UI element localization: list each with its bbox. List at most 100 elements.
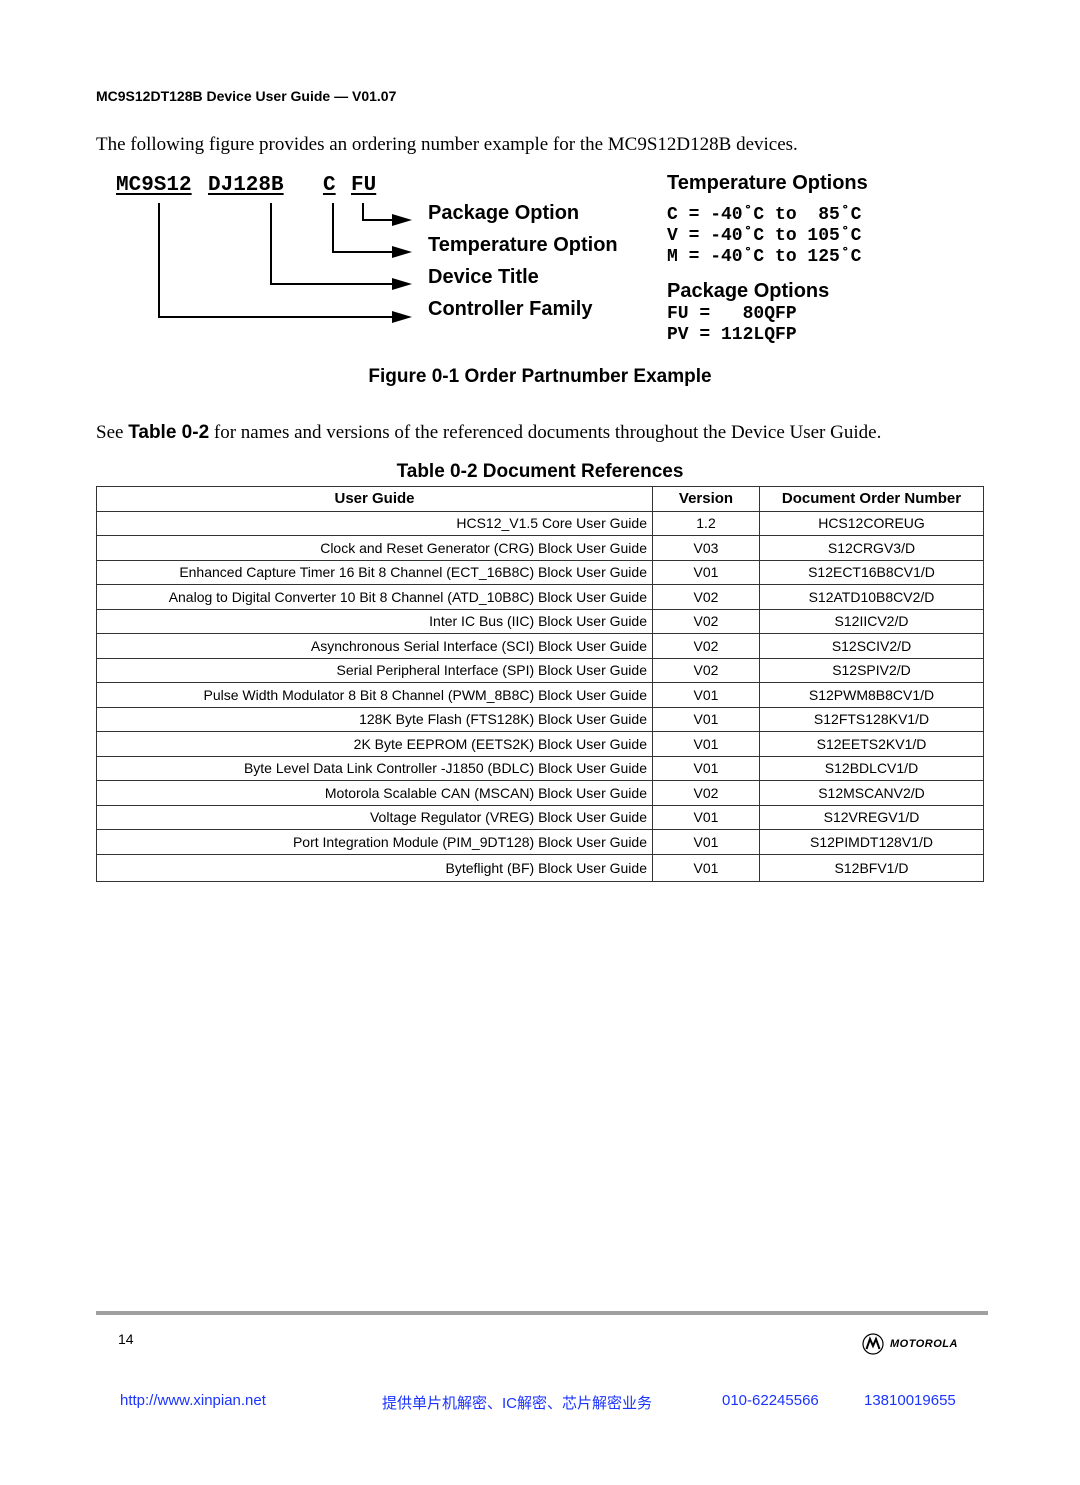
- temperature-option-line: M = -40˚C to 125˚C: [667, 247, 862, 267]
- cell-document-order-number: S12SCIV2/D: [759, 633, 984, 659]
- intro-paragraph: The following figure provides an orderin…: [96, 134, 798, 155]
- table-header-row: User Guide Version Document Order Number: [96, 486, 984, 512]
- partnumber-temperature: C: [323, 174, 336, 197]
- table-caption: Table 0-2 Document References: [396, 461, 684, 482]
- temperature-options-title: Temperature Options: [667, 172, 868, 194]
- cell-version: V01: [652, 853, 760, 882]
- table-row: Motorola Scalable CAN (MSCAN) Block User…: [96, 780, 984, 806]
- order-partnumber-figure: MC9S12 DJ128B C FU Package Option Temper…: [96, 170, 996, 350]
- cell-version: V01: [652, 559, 760, 585]
- connector-controller-family: [158, 203, 160, 317]
- table-row: Enhanced Capture Timer 16 Bit 8 Channel …: [96, 559, 984, 585]
- cell-user-guide: Analog to Digital Converter 10 Bit 8 Cha…: [96, 584, 653, 610]
- cell-user-guide: Byteflight (BF) Block User Guide: [96, 853, 653, 882]
- cell-user-guide: 2K Byte EEPROM (EETS2K) Block User Guide: [96, 731, 653, 757]
- cell-document-order-number: S12ECT16B8CV1/D: [759, 559, 984, 585]
- table-reference-paragraph: See Table 0-2 for names and versions of …: [96, 422, 881, 444]
- motorola-logo: MOTOROLA: [862, 1333, 958, 1355]
- connector-temperature-h: [332, 251, 392, 253]
- arrow-icon: [392, 311, 412, 323]
- label-device-title: Device Title: [428, 266, 539, 288]
- cell-version: V02: [652, 584, 760, 610]
- label-package-option: Package Option: [428, 202, 580, 224]
- cell-version: V03: [652, 535, 760, 561]
- connector-device-title-h: [270, 283, 392, 285]
- table-row: Byteflight (BF) Block User Guide V01 S12BF…: [96, 853, 984, 882]
- cell-version: V02: [652, 633, 760, 659]
- cell-user-guide: Voltage Regulator (VREG) Block User Guid…: [96, 804, 653, 830]
- cell-user-guide: Inter IC Bus (IIC) Block User Guide: [96, 608, 653, 634]
- cell-document-order-number: S12PIMDT128V1/D: [759, 829, 984, 855]
- arrow-icon: [392, 246, 412, 258]
- table-row: 128K Byte Flash (FTS128K) Block User Gui…: [96, 706, 984, 732]
- page-number: 14: [118, 1331, 134, 1347]
- table-row: Analog to Digital Converter 10 Bit 8 Cha…: [96, 584, 984, 610]
- connector-device-title: [270, 203, 272, 284]
- cell-document-order-number: S12BFV1/D: [759, 853, 984, 882]
- cell-version: V01: [652, 829, 760, 855]
- cell-version: V01: [652, 755, 760, 781]
- connector-temperature: [332, 203, 334, 252]
- table-row: Clock and Reset Generator (CRG) Block Us…: [96, 535, 984, 561]
- arrow-icon: [392, 214, 412, 226]
- table-row: Serial Peripheral Interface (SPI) Block …: [96, 657, 984, 683]
- cell-version: 1.2: [652, 510, 760, 536]
- package-option-line: PV = 112LQFP: [667, 325, 797, 345]
- package-options-title: Package Options: [667, 280, 830, 302]
- cell-document-order-number: S12MSCANV2/D: [759, 780, 984, 806]
- cell-document-order-number: S12VREGV1/D: [759, 804, 984, 830]
- footer-phone: 010-62245566: [722, 1392, 819, 1409]
- package-option-line: FU = 80QFP: [667, 304, 797, 324]
- partnumber-package: FU: [351, 174, 377, 197]
- cell-document-order-number: S12IICV2/D: [759, 608, 984, 634]
- connector-package: [362, 203, 364, 220]
- table-body: HCS12_V1.5 Core User Guide 1.2 HCS12COREUG…: [96, 510, 984, 882]
- cell-user-guide: HCS12_V1.5 Core User Guide: [96, 510, 653, 536]
- label-temperature-option: Temperature Option: [428, 234, 618, 256]
- arrow-icon: [392, 278, 412, 290]
- table-row: Asynchronous Serial Interface (SCI) Bloc…: [96, 633, 984, 659]
- header-version: Version: [652, 486, 760, 512]
- cell-user-guide: Motorola Scalable CAN (MSCAN) Block User…: [96, 780, 653, 806]
- partnumber-device-title: DJ128B: [208, 174, 284, 197]
- table-row: HCS12_V1.5 Core User Guide 1.2 HCS12COREUG: [96, 510, 984, 536]
- header-document-order-number: Document Order Number: [759, 486, 984, 512]
- connector-controller-family-h: [158, 316, 392, 318]
- cell-version: V02: [652, 780, 760, 806]
- cell-user-guide: Asynchronous Serial Interface (SCI) Bloc…: [96, 633, 653, 659]
- motorola-batwing-icon: [862, 1333, 884, 1355]
- table-row: Pulse Width Modulator 8 Bit 8 Channel (P…: [96, 682, 984, 708]
- footer-service-text: 提供单片机解密、IC解密、芯片解密业务: [382, 1395, 653, 1412]
- table-link[interactable]: Table 0-2: [128, 422, 209, 443]
- figure-caption: Figure 0-1 Order Partnumber Example: [368, 366, 712, 387]
- cell-user-guide: Enhanced Capture Timer 16 Bit 8 Channel …: [96, 559, 653, 585]
- cell-document-order-number: S12PWM8B8CV1/D: [759, 682, 984, 708]
- label-controller-family: Controller Family: [428, 298, 593, 320]
- cell-version: V02: [652, 657, 760, 683]
- table-row: Port Integration Module (PIM_9DT128) Blo…: [96, 829, 984, 855]
- cell-document-order-number: S12ATD10B8CV2/D: [759, 584, 984, 610]
- cell-user-guide: Clock and Reset Generator (CRG) Block Us…: [96, 535, 653, 561]
- temperature-option-line: C = -40˚C to 85˚C: [667, 205, 862, 225]
- cell-user-guide: Port Integration Module (PIM_9DT128) Blo…: [96, 829, 653, 855]
- footer-mobile: 13810019655: [864, 1392, 956, 1409]
- footer-divider: [96, 1311, 988, 1315]
- motorola-wordmark: MOTOROLA: [890, 1338, 958, 1350]
- table-row: Byte Level Data Link Controller -J1850 (…: [96, 755, 984, 781]
- see-prefix: See: [96, 422, 129, 443]
- connector-package-h: [362, 219, 392, 221]
- footer-url-link[interactable]: http://www.xinpian.net: [120, 1392, 266, 1409]
- partnumber-controller-family: MC9S12: [116, 174, 192, 197]
- cell-version: V01: [652, 804, 760, 830]
- cell-user-guide: Serial Peripheral Interface (SPI) Block …: [96, 657, 653, 683]
- cell-document-order-number: S12SPIV2/D: [759, 657, 984, 683]
- running-header: MC9S12DT128B Device User Guide — V01.07: [96, 88, 397, 104]
- table-row: Inter IC Bus (IIC) Block User Guide V02 S1…: [96, 608, 984, 634]
- cell-document-order-number: HCS12COREUG: [759, 510, 984, 536]
- cell-document-order-number: S12CRGV3/D: [759, 535, 984, 561]
- cell-version: V01: [652, 682, 760, 708]
- temperature-option-line: V = -40˚C to 105˚C: [667, 226, 862, 246]
- cell-document-order-number: S12FTS128KV1/D: [759, 706, 984, 732]
- cell-version: V01: [652, 731, 760, 757]
- see-suffix: for names and versions of the referenced…: [209, 422, 882, 443]
